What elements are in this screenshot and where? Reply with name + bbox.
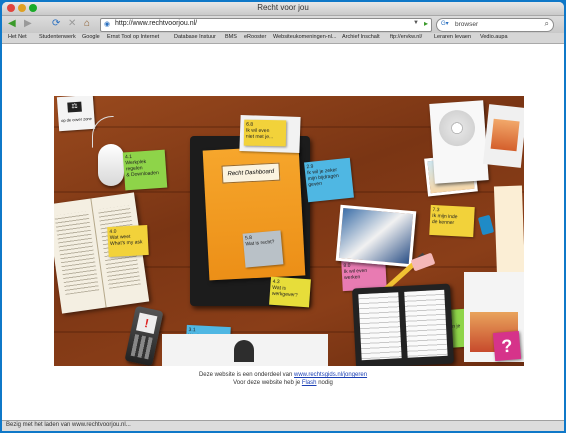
cd-icon[interactable] <box>437 108 477 148</box>
mouse-icon[interactable] <box>98 144 124 186</box>
status-bar: Bezig met het laden van www.rechtvoorjou… <box>2 420 564 431</box>
help-icon[interactable]: ? <box>492 330 522 362</box>
navigation-toolbar: ◀ ▶ ⟳ ✕ ⌂ ◉ http://www.rechtvoorjou.nl/ … <box>2 16 564 33</box>
search-icon[interactable]: ⌕ <box>545 19 549 29</box>
search-engine-icon[interactable]: G▾ <box>441 20 449 27</box>
status-text: Bezig met het laden van www.rechtvoorjou… <box>6 422 131 428</box>
bookmark-item[interactable]: eRooster <box>244 34 266 40</box>
comic-page <box>482 104 524 168</box>
eraser-icon <box>410 252 436 272</box>
browser-window: Recht voor jou ◀ ▶ ⟳ ✕ ⌂ ◉ http://www.re… <box>2 2 564 431</box>
footer-text: Deze website is een onderdeel van <box>198 372 293 378</box>
footer-text: nodig <box>318 380 333 386</box>
comic-figure <box>490 118 520 152</box>
back-icon[interactable]: ◀ <box>8 18 16 30</box>
classroom-photo[interactable] <box>335 204 417 268</box>
note-bottom-center[interactable]: 4.3 Wat is werkgever? <box>269 276 311 308</box>
agenda-page-left <box>358 292 402 361</box>
agenda-page-right <box>404 289 448 358</box>
bookmark-item[interactable]: Het Net <box>8 34 27 40</box>
bottom-paper <box>162 334 328 366</box>
bookmark-item[interactable]: Database Instuur <box>174 34 216 40</box>
dropdown-arrow-icon[interactable]: ▼ <box>413 20 419 26</box>
footer-link-rechtsgids[interactable]: www.rechtsgids.nl/jongeren <box>294 372 367 378</box>
note-top-center[interactable]: 6.8 Ik wil even niet met je... <box>243 119 287 147</box>
page-footer: Deze website is een onderdeel van www.re… <box>2 371 564 387</box>
search-input[interactable]: G▾ browser ⌕ <box>436 18 554 32</box>
note-right[interactable]: 7.3 Ik mijn inde de kenner <box>429 204 475 238</box>
footer-line-1: Deze website is een onderdeel van www.re… <box>2 371 564 379</box>
home-icon[interactable]: ⌂ <box>84 18 90 30</box>
book-text-left <box>54 210 100 295</box>
bookmark-item[interactable]: Google <box>82 34 100 40</box>
bookmark-item[interactable]: Leraren Ievaen <box>434 34 471 40</box>
page-content: ⚖ op de cover zone ! Recht Dashboard 4.1… <box>2 44 564 420</box>
bookmark-item[interactable]: Archief Inschalt <box>342 34 380 40</box>
mouse-cable <box>92 116 114 148</box>
address-bar[interactable]: ◉ http://www.rechtvoorjou.nl/ ▼ ▸ <box>100 18 432 32</box>
bookmark-item[interactable]: Websiteukomeningen-nl... <box>273 34 337 40</box>
bookmark-item[interactable]: ftp://ervkw.nl/ <box>390 34 422 40</box>
spiral-notebook <box>429 100 489 184</box>
folder-label: Recht Dashboard <box>221 162 281 184</box>
bookmark-item[interactable]: Vedio.aupa <box>480 34 508 40</box>
logo-card[interactable]: ⚖ op de cover zone <box>56 96 96 132</box>
note-blue[interactable]: 2.9 Ik wil je zeker mijn bijdragen geven <box>304 157 354 203</box>
footer-link-flash[interactable]: Flash <box>302 380 317 386</box>
note-grey[interactable]: 5.8 Wat is recht? <box>242 230 284 268</box>
go-icon[interactable]: ▸ <box>424 19 428 28</box>
desk-scene: ⚖ op de cover zone ! Recht Dashboard 4.1… <box>54 96 524 366</box>
stop-icon[interactable]: ✕ <box>68 18 76 30</box>
forward-icon[interactable]: ▶ <box>24 18 32 30</box>
person-silhouette <box>234 340 254 362</box>
address-text: http://www.rechtvoorjou.nl/ <box>115 20 198 27</box>
logo-card-text: op de cover zone <box>60 115 92 124</box>
bookmark-item[interactable]: Ernst Tool op Internet <box>107 34 159 40</box>
agenda-book[interactable] <box>351 283 455 366</box>
phone-warning-icon: ! <box>136 312 158 334</box>
phone-keypad <box>130 334 153 360</box>
logo-icon: ⚖ <box>67 101 82 113</box>
mobile-phone[interactable]: ! <box>124 305 164 366</box>
note-left[interactable]: 4.0 Wat weet What's my ask <box>107 224 149 258</box>
bookmark-item[interactable]: BMS <box>225 34 237 40</box>
footer-text: Voor deze website heb je <box>233 380 301 386</box>
globe-icon: ◉ <box>104 21 111 28</box>
window-title: Recht voor jou <box>257 3 309 12</box>
usb-stick-icon[interactable] <box>477 214 495 236</box>
bookmarks-bar: Het Net Studentenwerk Google Ernst Tool … <box>2 33 564 44</box>
title-bar: Recht voor jou <box>2 2 564 16</box>
bookmark-item[interactable]: Studentenwerk <box>39 34 76 40</box>
note-werkplek[interactable]: 4.1 Werkplek regelen & Downloaden <box>122 149 168 191</box>
reload-icon[interactable]: ⟳ <box>52 18 60 30</box>
search-placeholder: browser <box>455 21 479 28</box>
footer-line-2: Voor deze website heb je Flash nodig <box>2 379 564 387</box>
